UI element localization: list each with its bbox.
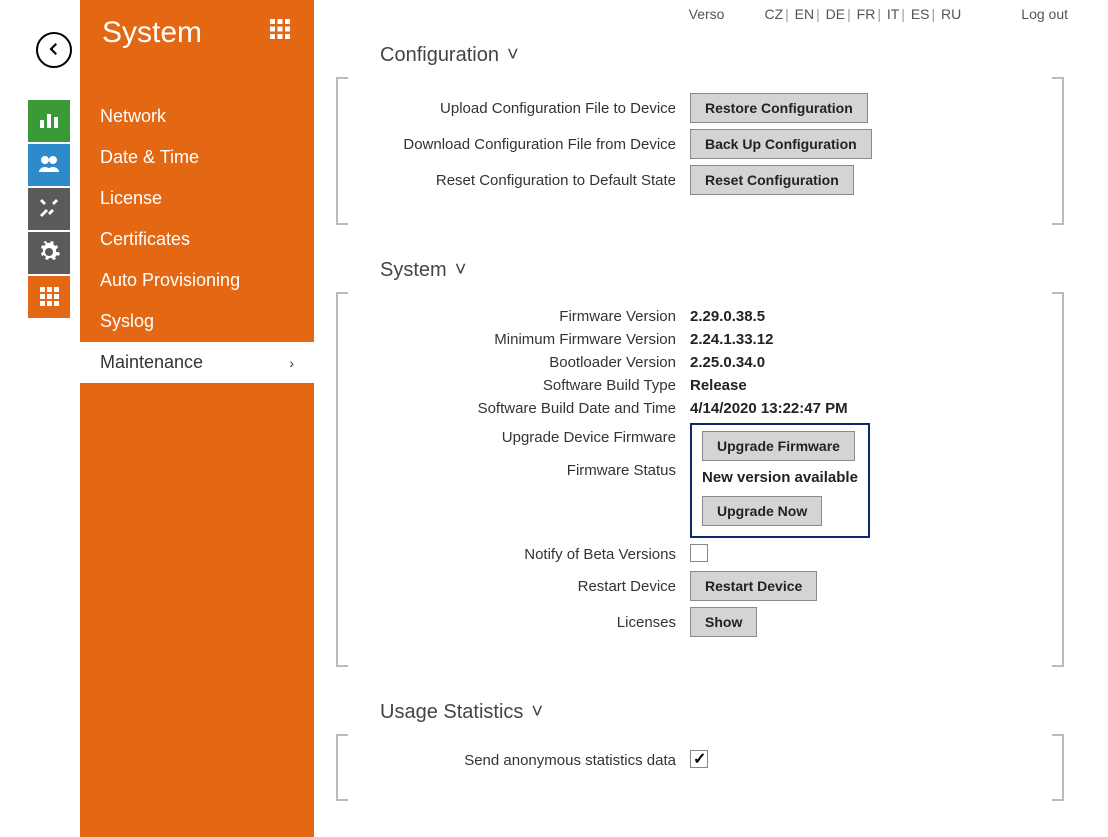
sidebar-item-certificates[interactable]: Certificates	[80, 219, 314, 260]
chevron-down-icon: ˅	[455, 259, 467, 282]
section-configuration: Configuration ˅ Upload Configuration Fil…	[336, 40, 1064, 225]
users-icon	[37, 152, 61, 179]
bootloader-label: Bootloader Version	[350, 354, 690, 371]
restart-device-label: Restart Device	[350, 578, 690, 595]
lang-de[interactable]: DE	[826, 6, 845, 22]
grid-icon	[37, 284, 61, 311]
lang-cz[interactable]: CZ	[764, 6, 783, 22]
build-type-label: Software Build Type	[350, 377, 690, 394]
sidebar-item-network[interactable]: Network	[80, 96, 314, 137]
licenses-show-button[interactable]: Show	[690, 607, 757, 637]
chevron-down-icon: ˅	[531, 701, 543, 724]
rail-directory-icon[interactable]	[28, 144, 70, 186]
apps-grid-icon[interactable]	[268, 17, 292, 44]
restart-device-button[interactable]: Restart Device	[690, 571, 817, 601]
language-switcher: CZ| EN| DE| FR| IT| ES| RU	[764, 6, 961, 22]
reset-config-label: Reset Configuration to Default State	[350, 172, 690, 189]
firmware-version-value: 2.29.0.38.5	[690, 308, 765, 325]
notify-beta-label: Notify of Beta Versions	[350, 546, 690, 563]
lang-es[interactable]: ES	[911, 6, 930, 22]
firmware-version-label: Firmware Version	[350, 308, 690, 325]
rail-services-icon[interactable]	[28, 188, 70, 230]
gear-icon	[37, 240, 61, 267]
firmware-status-label: Firmware Status	[350, 462, 690, 479]
send-anon-stats-checkbox[interactable]	[690, 750, 708, 768]
build-date-value: 4/14/2020 13:22:47 PM	[690, 400, 848, 417]
sidebar-item-autoprovisioning[interactable]: Auto Provisioning	[80, 260, 314, 301]
rail-hardware-icon[interactable]	[28, 232, 70, 274]
min-firmware-value: 2.24.1.33.12	[690, 331, 773, 348]
upgrade-firmware-button[interactable]: Upgrade Firmware	[702, 431, 855, 461]
sidebar-header: System	[80, 0, 314, 76]
back-button[interactable]	[36, 32, 72, 68]
chart-bar-icon	[37, 108, 61, 135]
icon-rail	[28, 100, 70, 318]
send-anon-stats-label: Send anonymous statistics data	[350, 752, 690, 769]
section-configuration-title[interactable]: Configuration ˅	[336, 40, 1064, 77]
sidebar-item-license[interactable]: License	[80, 178, 314, 219]
rail-system-icon[interactable]	[28, 276, 70, 318]
reset-configuration-button[interactable]: Reset Configuration	[690, 165, 854, 195]
lang-fr[interactable]: FR	[857, 6, 876, 22]
firmware-status-value: New version available	[702, 469, 858, 486]
notify-beta-checkbox[interactable]	[690, 544, 708, 562]
section-usage-statistics-title[interactable]: Usage Statistics ˅	[336, 697, 1064, 734]
arrow-left-icon	[45, 40, 63, 61]
sidebar-nav: Network Date & Time License Certificates…	[80, 96, 314, 383]
lang-it[interactable]: IT	[887, 6, 899, 22]
build-type-value: Release	[690, 377, 747, 394]
upgrade-firmware-label: Upgrade Device Firmware	[350, 429, 690, 446]
sidebar-title: System	[102, 16, 202, 50]
upload-config-label: Upload Configuration File to Device	[350, 100, 690, 117]
restore-configuration-button[interactable]: Restore Configuration	[690, 93, 868, 123]
main-content: Configuration ˅ Upload Configuration Fil…	[336, 40, 1072, 817]
lang-en[interactable]: EN	[795, 6, 814, 22]
sidebar-item-datetime[interactable]: Date & Time	[80, 137, 314, 178]
chevron-right-icon: ›	[289, 355, 294, 371]
tools-icon	[37, 196, 61, 223]
sidebar-item-maintenance[interactable]: Maintenance ›	[80, 342, 314, 383]
brand-name: Verso	[689, 6, 725, 22]
download-config-label: Download Configuration File from Device	[350, 136, 690, 153]
rail-status-icon[interactable]	[28, 100, 70, 142]
chevron-down-icon: ˅	[507, 44, 519, 67]
logout-link[interactable]: Log out	[1021, 6, 1068, 22]
upgrade-now-button[interactable]: Upgrade Now	[702, 496, 822, 526]
licenses-label: Licenses	[350, 614, 690, 631]
backup-configuration-button[interactable]: Back Up Configuration	[690, 129, 872, 159]
section-system: System ˅ Firmware Version 2.29.0.38.5 Mi…	[336, 255, 1064, 667]
sidebar: System Network Date & Time License Certi…	[80, 0, 314, 837]
section-system-title[interactable]: System ˅	[336, 255, 1064, 292]
sidebar-item-label: Maintenance	[100, 352, 203, 373]
build-date-label: Software Build Date and Time	[350, 400, 690, 417]
min-firmware-label: Minimum Firmware Version	[350, 331, 690, 348]
bootloader-value: 2.25.0.34.0	[690, 354, 765, 371]
lang-ru[interactable]: RU	[941, 6, 961, 22]
sidebar-item-syslog[interactable]: Syslog	[80, 301, 314, 342]
firmware-update-highlight: Upgrade Firmware New version available U…	[690, 423, 870, 538]
section-usage-statistics: Usage Statistics ˅ Send anonymous statis…	[336, 697, 1064, 801]
